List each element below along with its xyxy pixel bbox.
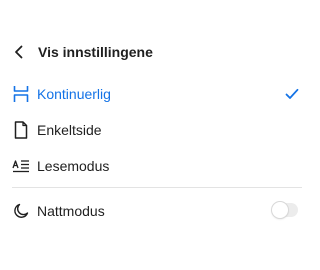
checkmark-icon [283, 85, 301, 103]
night-mode-toggle[interactable] [272, 202, 298, 218]
back-button[interactable]: Vis innstillingene [10, 38, 153, 66]
option-reading-mode[interactable]: Lesemodus [0, 148, 314, 184]
chevron-left-icon [10, 43, 28, 61]
option-continuous[interactable]: Kontinuerlig [0, 76, 314, 112]
night-mode-row[interactable]: Nattmodus [0, 193, 314, 229]
option-label: Enkeltside [37, 122, 102, 138]
option-label: Kontinuerlig [37, 86, 111, 102]
divider [12, 187, 302, 188]
option-label: Lesemodus [37, 158, 110, 174]
single-page-icon [12, 121, 30, 139]
night-mode-label: Nattmodus [37, 203, 105, 219]
moon-icon [12, 202, 30, 220]
reading-mode-icon [12, 157, 30, 175]
toggle-knob [272, 202, 288, 218]
page-title: Vis innstillingene [38, 44, 153, 60]
view-settings-panel: Vis innstillingene Kontinuerlig Enkeltsi… [0, 0, 314, 270]
continuous-scroll-icon [12, 85, 30, 103]
option-single-page[interactable]: Enkeltside [0, 112, 314, 148]
